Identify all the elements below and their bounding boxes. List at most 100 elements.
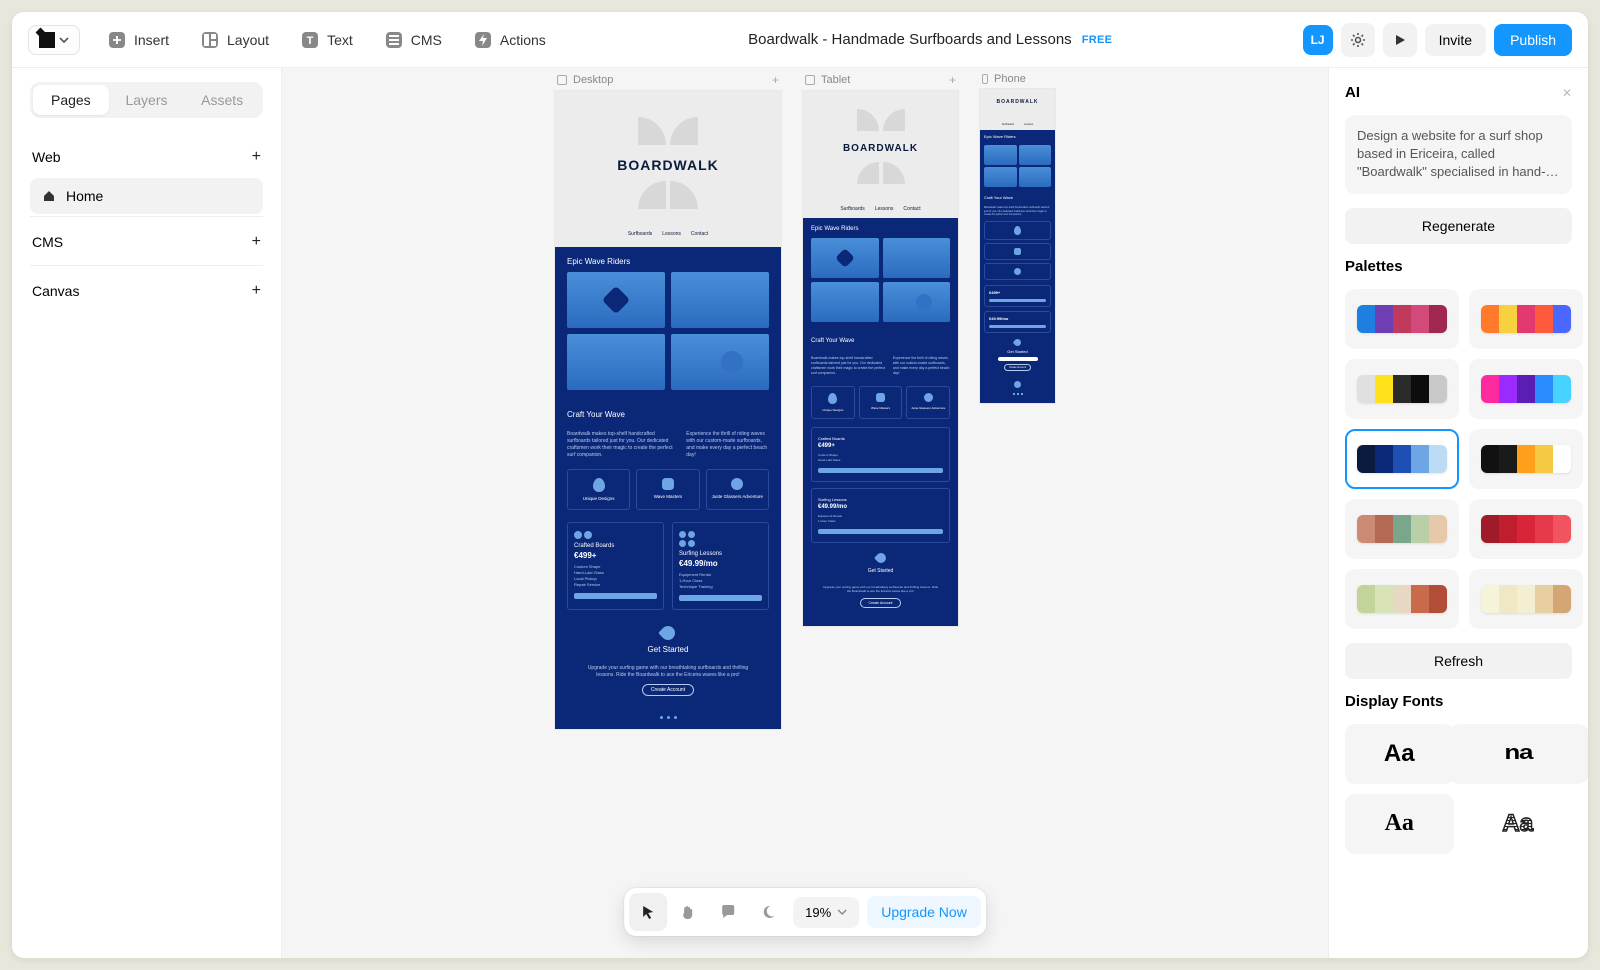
invite-button[interactable]: Invite: [1425, 24, 1486, 56]
cursor-icon: [640, 904, 656, 920]
text-tool[interactable]: T Text: [289, 23, 365, 57]
chevron-down-icon: [837, 907, 847, 917]
gear-icon: [1350, 32, 1366, 48]
layout-label: Layout: [227, 32, 269, 48]
framer-logo-icon: [39, 32, 55, 48]
comment-tool[interactable]: [709, 893, 747, 931]
bolt-icon: [474, 31, 492, 49]
page-item-home[interactable]: Home: [30, 178, 263, 214]
plan-badge: FREE: [1082, 34, 1113, 46]
cms-label: CMS: [411, 32, 442, 48]
bottom-toolbar: 19% Upgrade Now: [624, 888, 986, 936]
panel-tabs: Pages Layers Assets: [30, 82, 263, 118]
topbar-right: LJ Invite Publish: [1303, 23, 1572, 57]
palette-card[interactable]: [1345, 499, 1459, 559]
page-preview-tablet[interactable]: BOARDWALK SurfboardsLessonsContact Epic …: [803, 91, 958, 626]
text-icon: T: [301, 31, 319, 49]
frame-phone[interactable]: Phone BOARDWALK SurfboardsLessons Epic W…: [980, 70, 1055, 958]
plus-icon[interactable]: +: [252, 282, 261, 300]
palette-card[interactable]: [1469, 499, 1583, 559]
page-preview-desktop[interactable]: BOARDWALK SurfboardsLessonsContact Epic …: [555, 91, 781, 729]
add-breakpoint-button[interactable]: +: [949, 73, 956, 87]
settings-button[interactable]: [1341, 23, 1375, 57]
palette-card[interactable]: [1345, 429, 1459, 489]
section-web-label: Web: [32, 149, 61, 165]
add-breakpoint-button[interactable]: +: [772, 73, 779, 87]
palette-card[interactable]: [1345, 359, 1459, 419]
tab-assets[interactable]: Assets: [184, 85, 260, 115]
phone-icon: [982, 74, 988, 84]
layout-icon: [201, 31, 219, 49]
palette-card[interactable]: [1345, 289, 1459, 349]
desktop-icon: [557, 75, 567, 85]
upgrade-button[interactable]: Upgrade Now: [867, 896, 981, 928]
dark-mode-tool[interactable]: [749, 893, 787, 931]
palette-grid: [1345, 289, 1572, 629]
zoom-value: 19%: [805, 905, 831, 920]
canvas-area[interactable]: Desktop + BOARDWALK SurfboardsLessonsCon…: [282, 68, 1328, 958]
font-card[interactable]: na: [1447, 724, 1588, 784]
section-web[interactable]: Web +: [30, 136, 263, 178]
user-avatar[interactable]: LJ: [1303, 25, 1333, 55]
plus-icon[interactable]: +: [252, 148, 261, 166]
plus-icon[interactable]: +: [252, 233, 261, 251]
hand-icon: [679, 903, 697, 921]
palette-card[interactable]: [1469, 429, 1583, 489]
font-card[interactable]: Aa: [1464, 794, 1573, 854]
insert-label: Insert: [134, 32, 169, 48]
brand-title: BOARDWALK: [617, 157, 719, 173]
svg-text:T: T: [307, 35, 314, 47]
page-item-home-label: Home: [66, 188, 103, 204]
frame-tablet[interactable]: Tablet + BOARDWALK SurfboardsLessonsCont…: [803, 70, 958, 958]
palettes-section-title: Palettes: [1345, 258, 1572, 275]
chat-icon: [720, 904, 736, 920]
project-title-area: Boardwalk - Handmade Surfboards and Less…: [566, 31, 1295, 48]
font-card[interactable]: Aa: [1345, 794, 1454, 854]
cursor-tool[interactable]: [629, 893, 667, 931]
zoom-select[interactable]: 19%: [793, 897, 859, 928]
frame-desktop[interactable]: Desktop + BOARDWALK SurfboardsLessonsCon…: [555, 70, 781, 958]
regenerate-button[interactable]: Regenerate: [1345, 208, 1572, 244]
project-title[interactable]: Boardwalk - Handmade Surfboards and Less…: [748, 31, 1072, 48]
frame-phone-label: Phone: [994, 73, 1026, 85]
ai-prompt-text[interactable]: Design a website for a surf shop based i…: [1345, 115, 1572, 194]
font-grid: Aa na Aa Aa: [1345, 724, 1572, 854]
close-ai-panel-button[interactable]: ✕: [1562, 86, 1572, 100]
frame-desktop-label: Desktop: [573, 74, 613, 86]
play-icon: [1393, 33, 1407, 47]
moon-icon: [760, 904, 776, 920]
tab-layers[interactable]: Layers: [109, 85, 185, 115]
palette-card[interactable]: [1469, 289, 1583, 349]
ai-panel: AI ✕ Design a website for a surf shop ba…: [1328, 68, 1588, 958]
actions-label: Actions: [500, 32, 546, 48]
publish-button[interactable]: Publish: [1494, 24, 1572, 56]
font-card[interactable]: Aa: [1345, 724, 1454, 784]
left-panel: Pages Layers Assets Web + Home CMS + Can…: [12, 68, 282, 958]
preview-button[interactable]: [1383, 23, 1417, 57]
chevron-down-icon: [59, 35, 69, 45]
topbar: Insert Layout T Text CMS Actions Boardwa…: [12, 12, 1588, 68]
cms-tool[interactable]: CMS: [373, 23, 454, 57]
insert-tool[interactable]: Insert: [96, 23, 181, 57]
page-preview-phone[interactable]: BOARDWALK SurfboardsLessons Epic Wave Ri…: [980, 89, 1055, 403]
section-canvas-label: Canvas: [32, 283, 79, 299]
section-canvas[interactable]: Canvas +: [30, 270, 263, 312]
section-cms[interactable]: CMS +: [30, 221, 263, 263]
actions-tool[interactable]: Actions: [462, 23, 558, 57]
tablet-icon: [805, 75, 815, 85]
database-icon: [385, 31, 403, 49]
tab-pages[interactable]: Pages: [33, 85, 109, 115]
section-cms-label: CMS: [32, 234, 63, 250]
text-label: Text: [327, 32, 353, 48]
palette-card[interactable]: [1345, 569, 1459, 629]
palette-card[interactable]: [1469, 359, 1583, 419]
hand-tool[interactable]: [669, 893, 707, 931]
home-icon: [42, 189, 56, 203]
app-menu[interactable]: [28, 25, 80, 55]
plus-square-icon: [108, 31, 126, 49]
layout-tool[interactable]: Layout: [189, 23, 281, 57]
frame-tablet-label: Tablet: [821, 74, 850, 86]
palette-card[interactable]: [1469, 569, 1583, 629]
refresh-palettes-button[interactable]: Refresh: [1345, 643, 1572, 679]
ai-panel-title: AI: [1345, 84, 1360, 101]
